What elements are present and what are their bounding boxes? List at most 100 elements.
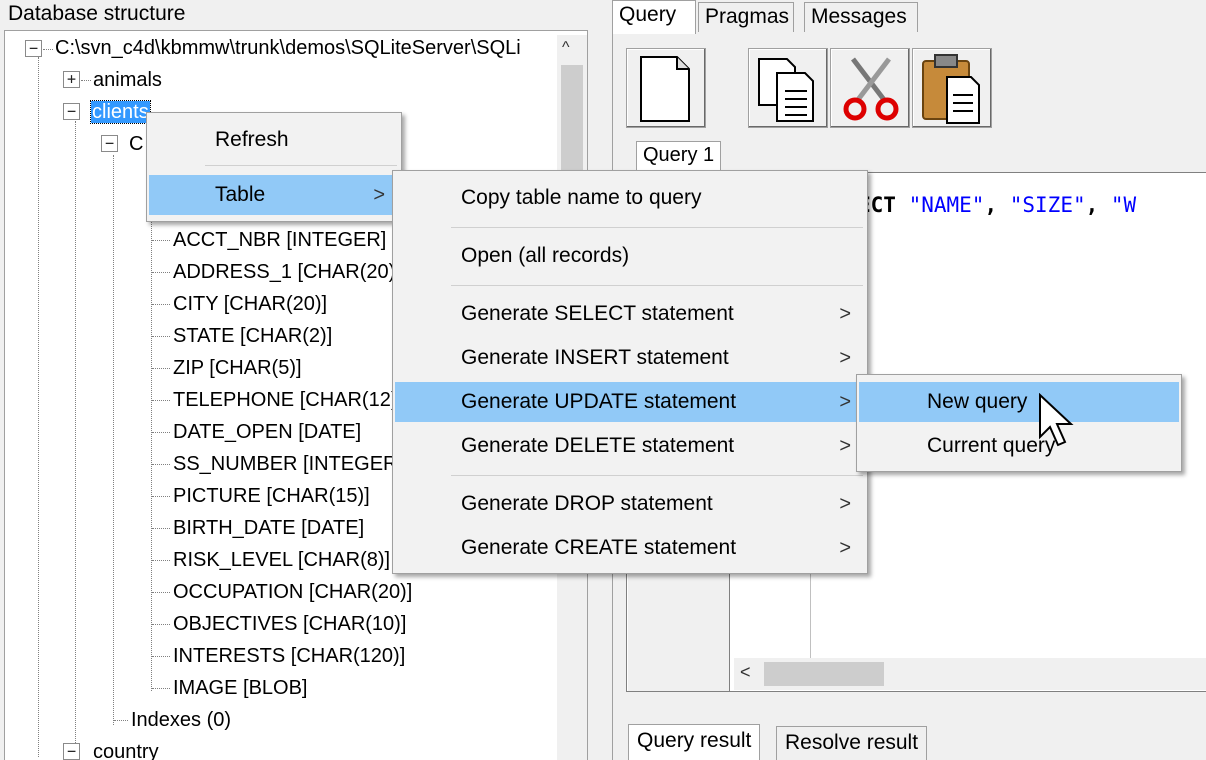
tree-line <box>152 240 170 241</box>
chevron-right-icon: > <box>839 347 851 369</box>
context-menu: Refresh Table > <box>146 112 402 222</box>
mouse-pointer-icon <box>1039 393 1074 447</box>
tree-node-country[interactable]: country <box>93 740 159 760</box>
tree-node-field[interactable]: ADDRESS_1 [CHAR(20) <box>173 260 395 284</box>
scissors-icon <box>843 57 899 121</box>
tree-node-field[interactable]: CITY [CHAR(20)] <box>173 292 327 316</box>
collapse-icon[interactable]: − <box>101 135 118 152</box>
tree-line <box>152 272 170 273</box>
tab-pragmas[interactable]: Pragmas <box>698 2 794 32</box>
tree-line <box>152 304 170 305</box>
menu-item-label: Generate DROP statement <box>461 492 713 515</box>
tree-node-field[interactable]: TELEPHONE [CHAR(12) <box>173 388 398 412</box>
tree-node-clients[interactable]: clients <box>90 100 151 124</box>
tab-messages[interactable]: Messages <box>804 2 918 32</box>
tree-line <box>152 336 170 337</box>
tab-resolve-result[interactable]: Resolve result <box>776 726 928 760</box>
menu-separator <box>451 227 863 228</box>
tree-line <box>38 57 39 757</box>
menu-separator <box>451 475 863 476</box>
new-query-button[interactable] <box>626 48 706 128</box>
tree-node-field[interactable]: OBJECTIVES [CHAR(10)] <box>173 612 406 636</box>
editor-horizontal-scrollbar[interactable]: < <box>734 658 1206 690</box>
chevron-right-icon: > <box>839 303 851 325</box>
tree-line <box>114 720 128 721</box>
update-submenu: New query Current query <box>856 374 1182 472</box>
paste-icon <box>922 54 980 124</box>
menu-item-label: Generate INSERT statement <box>461 346 729 369</box>
menu-item-current-query[interactable]: Current query <box>859 426 1179 466</box>
menu-item-label: Open (all records) <box>461 244 630 267</box>
menu-item-label: Generate DELETE statement <box>461 434 735 457</box>
sql-separator: , <box>984 193 1010 217</box>
menu-item-label: Generate SELECT statement <box>461 302 734 325</box>
menu-item-label: Generate UPDATE statement <box>461 390 737 413</box>
tree-line <box>151 191 152 691</box>
tree-node-columns[interactable]: C <box>129 132 143 156</box>
collapse-icon[interactable]: − <box>63 103 80 120</box>
copy-icon <box>758 58 814 122</box>
tree-node-field[interactable]: DATE_OPEN [DATE] <box>173 420 361 444</box>
menu-item-refresh[interactable]: Refresh <box>149 120 399 160</box>
tree-node-field[interactable]: ZIP [CHAR(5)] <box>173 356 302 380</box>
cut-button[interactable] <box>830 48 910 128</box>
tree-node-field[interactable]: INTERESTS [CHAR(120)] <box>173 644 405 668</box>
tree-line <box>152 688 170 689</box>
tree-line <box>152 432 170 433</box>
chevron-right-icon: > <box>839 435 851 457</box>
scroll-thumb[interactable] <box>561 65 583 185</box>
tree-line <box>152 560 170 561</box>
collapse-icon[interactable]: − <box>63 743 80 760</box>
chevron-right-icon: > <box>839 493 851 515</box>
tree-node-field[interactable]: PICTURE [CHAR(15)] <box>173 484 370 508</box>
sql-text[interactable]: ECT "NAME", "SIZE", "W <box>858 193 1136 217</box>
tab-query-result[interactable]: Query result <box>628 724 761 760</box>
tree-node-field[interactable]: STATE [CHAR(2)] <box>173 324 332 348</box>
selected-node-label[interactable]: clients <box>90 100 151 124</box>
collapse-icon[interactable]: − <box>25 40 42 57</box>
tree-node-indexes[interactable]: Indexes (0) <box>131 708 231 732</box>
menu-item-label: Current query <box>927 434 1056 457</box>
tree-node-animals[interactable]: animals <box>93 68 162 92</box>
tab-query-1[interactable]: Query 1 <box>636 141 722 173</box>
paste-button[interactable] <box>912 48 992 128</box>
table-submenu: Copy table name to query Open (all recor… <box>392 170 868 574</box>
tree-root-path[interactable]: C:\svn_c4d\kbmmw\trunk\demos\SQLiteServe… <box>55 36 521 60</box>
menu-item-generate-create[interactable]: Generate CREATE statement > <box>395 528 865 568</box>
menu-item-copy-table-name[interactable]: Copy table name to query <box>395 178 865 218</box>
menu-item-generate-delete[interactable]: Generate DELETE statement > <box>395 426 865 466</box>
tree-line <box>152 624 170 625</box>
tree-node-field[interactable]: ACCT_NBR [INTEGER] <box>173 228 386 252</box>
menu-item-open-all-records[interactable]: Open (all records) <box>395 236 865 276</box>
chevron-right-icon: > <box>373 184 385 206</box>
tree-node-field[interactable]: SS_NUMBER [INTEGER] <box>173 452 403 476</box>
tree-node-field[interactable]: OCCUPATION [CHAR(20)] <box>173 580 412 604</box>
menu-separator <box>205 165 397 166</box>
expand-icon[interactable]: + <box>63 71 80 88</box>
tab-query[interactable]: Query <box>612 0 696 34</box>
menu-item-label: Generate CREATE statement <box>461 536 737 559</box>
tree-line <box>75 121 76 751</box>
menu-item-new-query[interactable]: New query <box>859 382 1179 422</box>
sql-separator: , <box>1085 193 1111 217</box>
tree-node-field[interactable]: BIRTH_DATE [DATE] <box>173 516 364 540</box>
new-document-icon <box>640 56 690 122</box>
tree-line <box>152 400 170 401</box>
sql-string: "SIZE" <box>1009 193 1086 217</box>
menu-item-generate-select[interactable]: Generate SELECT statement > <box>395 294 865 334</box>
menu-item-generate-insert[interactable]: Generate INSERT statement > <box>395 338 865 378</box>
tree-line <box>152 464 170 465</box>
tree-line <box>152 496 170 497</box>
menu-item-table[interactable]: Table > <box>149 175 399 215</box>
tree-node-field[interactable]: RISK_LEVEL [CHAR(8)] <box>173 548 390 572</box>
scroll-thumb[interactable] <box>764 662 884 686</box>
copy-button[interactable] <box>748 48 828 128</box>
database-structure-title: Database structure <box>8 2 186 25</box>
menu-item-generate-drop[interactable]: Generate DROP statement > <box>395 484 865 524</box>
tree-line <box>43 49 53 50</box>
tree-line <box>152 592 170 593</box>
scroll-up-icon[interactable]: ^ <box>562 39 570 57</box>
scroll-left-icon[interactable]: < <box>740 662 751 683</box>
menu-item-generate-update[interactable]: Generate UPDATE statement > <box>395 382 865 422</box>
tree-node-field[interactable]: IMAGE [BLOB] <box>173 676 307 700</box>
